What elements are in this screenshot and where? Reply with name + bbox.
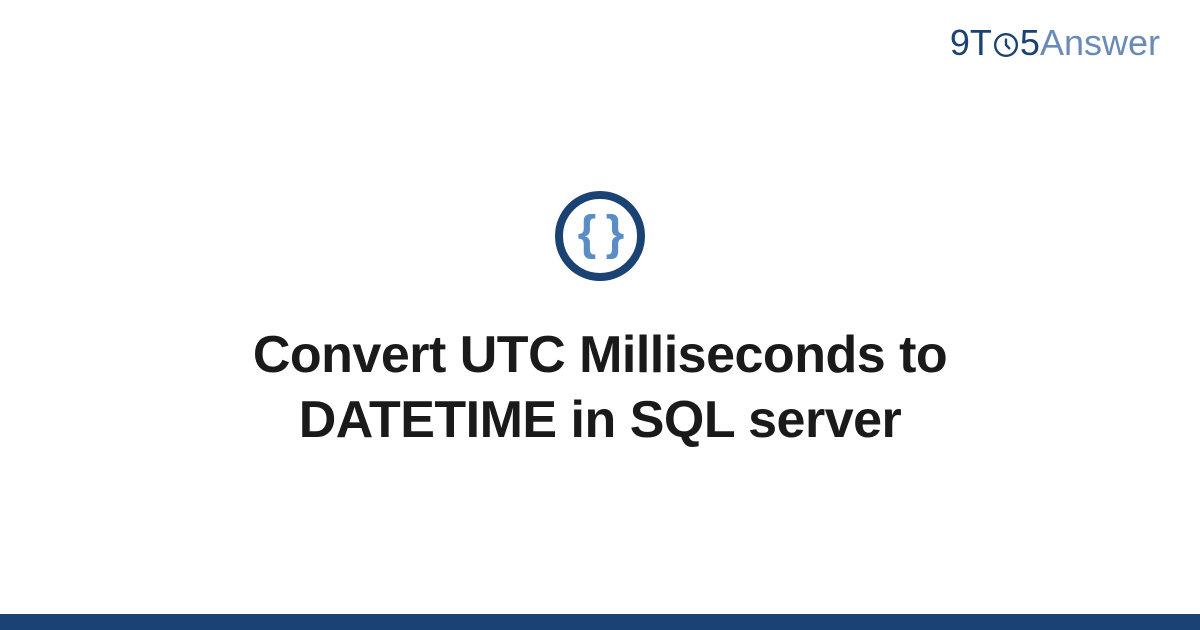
footer-bar — [0, 614, 1200, 630]
main-content: { } Convert UTC Milliseconds to DATETIME… — [0, 0, 1200, 614]
code-braces-icon: { } — [578, 210, 623, 258]
page-title: Convert UTC Milliseconds to DATETIME in … — [150, 323, 1050, 453]
topic-icon-circle: { } — [555, 191, 645, 281]
